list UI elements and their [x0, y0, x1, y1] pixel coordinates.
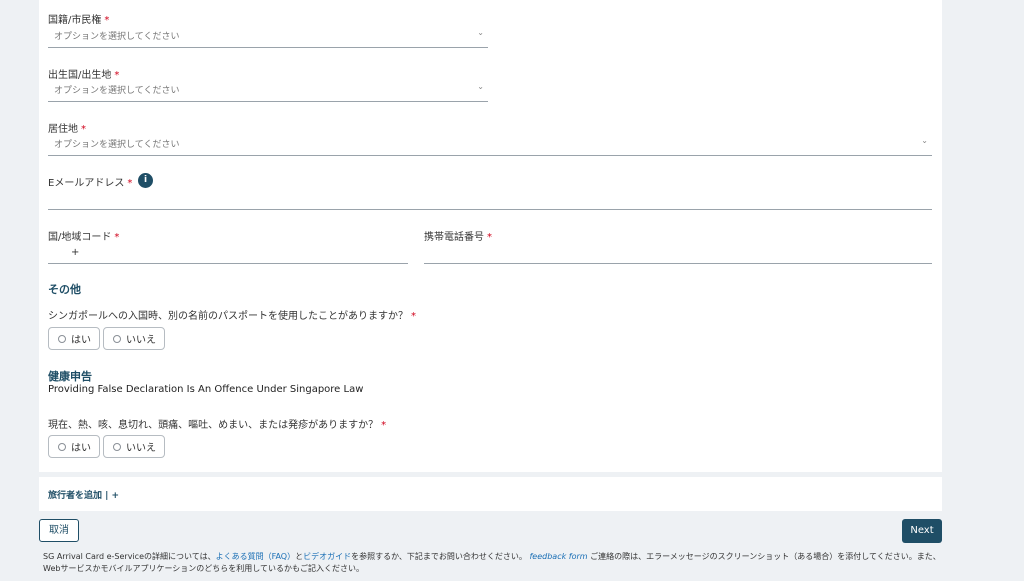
- footer-help-text: SG Arrival Card e-Serviceの詳細については、よくある質問…: [43, 551, 943, 575]
- add-traveler-link[interactable]: 旅行者を追加 | +: [48, 488, 119, 501]
- cancel-button[interactable]: 取消: [39, 519, 79, 542]
- chevron-down-icon: ⌄: [921, 136, 928, 145]
- chevron-down-icon: ⌄: [477, 82, 484, 91]
- radio-circle-icon: [113, 334, 121, 343]
- plus-prefix: +: [71, 247, 80, 258]
- country-code-field[interactable]: +: [48, 243, 408, 264]
- radio-label: はい: [71, 443, 91, 454]
- health-question: 現在、熱、咳、息切れ、頭痛、嘔吐、めまい、または発疹がありますか？ *: [48, 416, 386, 431]
- nationality-placeholder: オプションを選択してください: [54, 32, 180, 42]
- required-mark: *: [114, 232, 120, 243]
- radio-circle-icon: [58, 442, 66, 451]
- health-section-title: 健康申告: [48, 370, 92, 383]
- footer-text: ご連絡の際は、エラーメッセージのスクリーンショット（ある場合）を添付してください…: [587, 552, 941, 561]
- info-icon[interactable]: i: [138, 173, 153, 188]
- footer-text: Webサービスかモバイルアプリケーションのどちらを利用しているかもご記入ください…: [43, 564, 365, 573]
- birth-country-placeholder: オプションを選択してください: [54, 86, 180, 96]
- radio-label: いいえ: [126, 443, 156, 454]
- health-question-text: 現在、熱、咳、息切れ、頭痛、嘔吐、めまい、または発疹がありますか？: [48, 420, 379, 431]
- required-mark: *: [487, 232, 492, 243]
- other-section-title: その他: [48, 283, 81, 296]
- required-mark: *: [127, 178, 133, 189]
- nationality-label: 国籍/市民権 *: [48, 11, 109, 26]
- nationality-label-text: 国籍/市民権: [48, 15, 102, 26]
- other-question: シンガポールへの入国時、別の名前のパスポートを使用したことがありますか？ *: [48, 307, 416, 322]
- feedback-form-link[interactable]: feedback form: [529, 552, 587, 561]
- faq-link[interactable]: よくある質問（FAQ）: [216, 552, 296, 561]
- radio-circle-icon: [113, 442, 121, 451]
- health-no-radio[interactable]: いいえ: [103, 435, 165, 458]
- required-mark: *: [411, 311, 416, 322]
- radio-circle-icon: [58, 334, 66, 343]
- birth-country-select[interactable]: オプションを選択してください ⌄: [48, 80, 488, 102]
- email-label-text: Eメールアドレス: [48, 178, 125, 189]
- other-question-text: シンガポールへの入国時、別の名前のパスポートを使用したことがありますか？: [48, 311, 408, 322]
- residence-select[interactable]: オプションを選択してください ⌄: [48, 134, 932, 156]
- required-mark: *: [381, 420, 387, 431]
- footer-text: を参照するか、下記までお問い合わせください。: [351, 552, 527, 561]
- required-mark: *: [104, 15, 110, 26]
- other-yes-radio[interactable]: はい: [48, 327, 100, 350]
- form-card: 国籍/市民権 * オプションを選択してください ⌄ 出生国/出生地 * オプションを…: [39, 0, 942, 472]
- mobile-label: 携帯電話番号 *: [424, 228, 492, 243]
- radio-label: いいえ: [126, 335, 156, 346]
- residence-placeholder: オプションを選択してください: [54, 140, 180, 150]
- email-field[interactable]: [48, 190, 932, 210]
- add-traveler-bar: 旅行者を追加 | +: [39, 477, 942, 511]
- radio-label: はい: [71, 335, 91, 346]
- mobile-label-text: 携帯電話番号: [424, 232, 484, 243]
- country-code-label: 国/地域コード *: [48, 228, 119, 243]
- mobile-field[interactable]: [424, 243, 932, 264]
- next-button[interactable]: Next: [902, 519, 942, 543]
- chevron-down-icon: ⌄: [477, 28, 484, 37]
- footer-text: SG Arrival Card e-Serviceの詳細については、: [43, 552, 216, 561]
- health-yes-radio[interactable]: はい: [48, 435, 100, 458]
- nationality-select[interactable]: オプションを選択してください ⌄: [48, 26, 488, 48]
- other-no-radio[interactable]: いいえ: [103, 327, 165, 350]
- birth-country-label: 出生国/出生地 *: [48, 66, 119, 81]
- video-guide-link[interactable]: ビデオガイド: [303, 552, 351, 561]
- health-subtitle: Providing False Declaration Is An Offenc…: [48, 384, 364, 395]
- email-label: Eメールアドレス *: [48, 174, 132, 189]
- country-code-label-text: 国/地域コード: [48, 232, 112, 243]
- footer-text: と: [295, 552, 304, 561]
- residence-label: 居住地 *: [48, 120, 86, 135]
